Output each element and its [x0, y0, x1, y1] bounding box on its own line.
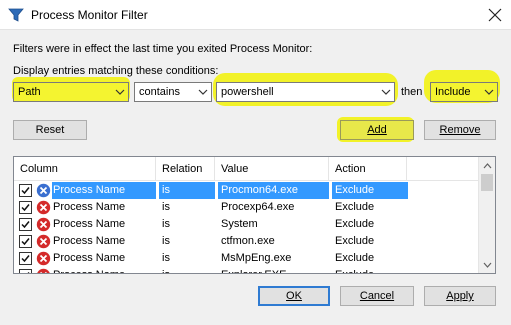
add-button[interactable]: Add	[340, 120, 414, 140]
vertical-scrollbar[interactable]	[478, 157, 495, 273]
row-column: Process Name	[53, 235, 126, 247]
row-column: Process Name	[52, 267, 156, 273]
remove-button[interactable]: Remove	[424, 120, 496, 140]
table-row[interactable]: Process Name is System Exclude	[14, 216, 479, 233]
row-value: MsMpEng.exe	[221, 252, 292, 264]
row-column: Process Name	[52, 182, 156, 199]
checkmark-icon	[21, 221, 30, 229]
include-icon	[36, 183, 51, 198]
checkmark-icon	[27, 272, 30, 273]
row-value: System	[221, 218, 258, 230]
column-header-column[interactable]: Column	[14, 157, 156, 181]
column-select-value: Path	[18, 86, 41, 98]
close-icon	[488, 8, 502, 22]
scroll-down-button[interactable]	[479, 256, 495, 273]
row-action: Exclude	[335, 218, 375, 230]
cancel-button[interactable]: Cancel	[340, 286, 414, 306]
table-row[interactable]: Process Name is ctfmon.exe Exclude	[14, 233, 479, 250]
chevron-down-icon	[381, 89, 391, 95]
row-action: Exclude	[335, 201, 375, 213]
exclude-icon	[36, 268, 51, 273]
cancel-button-label: Cancel	[359, 290, 395, 302]
info-text: Filters were in effect the last time you…	[13, 43, 313, 55]
row-column: Process Name	[53, 252, 126, 264]
column-header-value[interactable]: Value	[215, 157, 329, 181]
then-label: then	[401, 86, 423, 98]
row-checkbox[interactable]	[19, 201, 32, 214]
row-relation: is	[162, 218, 170, 230]
row-action: Exclude	[335, 235, 375, 247]
ok-button-label: OK	[286, 290, 302, 302]
chevron-up-icon	[483, 162, 492, 168]
exclude-icon	[36, 251, 51, 266]
row-checkbox[interactable]	[19, 269, 32, 273]
row-checkbox[interactable]	[19, 252, 32, 265]
row-value: ctfmon.exe	[221, 235, 275, 247]
window-title: Process Monitor Filter	[31, 8, 148, 22]
row-relation: is	[162, 201, 170, 213]
relation-select[interactable]: contains	[134, 82, 212, 102]
filter-list[interactable]: Column Relation Value Action Process Nam…	[13, 156, 496, 274]
row-checkbox[interactable]	[19, 235, 32, 248]
row-checkbox[interactable]	[19, 218, 32, 231]
row-relation: is	[159, 267, 215, 273]
chevron-down-icon	[198, 89, 208, 95]
action-select-value: Include	[435, 86, 471, 98]
apply-button[interactable]: Apply	[424, 286, 496, 306]
row-column: Process Name	[53, 201, 126, 213]
row-relation: is	[162, 235, 170, 247]
checkmark-icon	[21, 255, 30, 263]
exclude-icon	[36, 200, 51, 215]
reset-button[interactable]: Reset	[13, 120, 87, 140]
chevron-down-icon	[115, 89, 125, 95]
scroll-up-button[interactable]	[479, 157, 495, 174]
action-select[interactable]: Include	[430, 82, 498, 102]
exclude-icon	[36, 217, 51, 232]
exclude-icon	[36, 234, 51, 249]
table-row[interactable]: Process NameisExplorer.EXEExclude	[14, 267, 479, 273]
apply-button-label: Apply	[446, 290, 474, 302]
chevron-down-icon	[484, 89, 494, 95]
checkmark-icon	[21, 204, 30, 212]
process-monitor-filter-icon	[8, 8, 24, 22]
value-combobox[interactable]: powershell	[216, 82, 395, 102]
add-button-label: Add	[367, 124, 387, 136]
checkmark-icon	[21, 238, 30, 246]
relation-select-value: contains	[139, 86, 180, 98]
scroll-thumb[interactable]	[481, 174, 493, 191]
row-action: Exclude	[332, 267, 408, 273]
row-checkbox[interactable]	[19, 184, 32, 197]
row-relation: is	[159, 182, 215, 199]
column-header-relation[interactable]: Relation	[156, 157, 215, 181]
display-entries-label: Display entries matching these condition…	[13, 65, 219, 77]
value-combobox-text: powershell	[221, 86, 274, 98]
checkmark-icon	[21, 187, 30, 195]
row-value: Procmon64.exe	[218, 182, 329, 199]
title-bar: Process Monitor Filter	[0, 0, 511, 30]
row-value: Explorer.EXE	[218, 267, 329, 273]
ok-button[interactable]: OK	[258, 286, 330, 306]
table-row[interactable]: Process Name is Procmon64.exe Exclude	[14, 182, 479, 199]
column-select[interactable]: Path	[13, 82, 129, 102]
table-row[interactable]: Process Name is MsMpEng.exe Exclude	[14, 250, 479, 267]
close-button[interactable]	[479, 0, 511, 30]
row-column: Process Name	[53, 218, 126, 230]
row-relation: is	[162, 252, 170, 264]
row-action: Exclude	[335, 252, 375, 264]
remove-button-label: Remove	[439, 124, 481, 136]
table-row[interactable]: Process Name is Procexp64.exe Exclude	[14, 199, 479, 216]
reset-button-label: Reset	[35, 124, 65, 136]
filter-list-header: Column Relation Value Action	[14, 157, 479, 181]
row-value: Procexp64.exe	[221, 201, 295, 213]
chevron-down-icon	[483, 262, 492, 268]
column-header-action[interactable]: Action	[329, 157, 407, 181]
row-action: Exclude	[332, 182, 408, 199]
